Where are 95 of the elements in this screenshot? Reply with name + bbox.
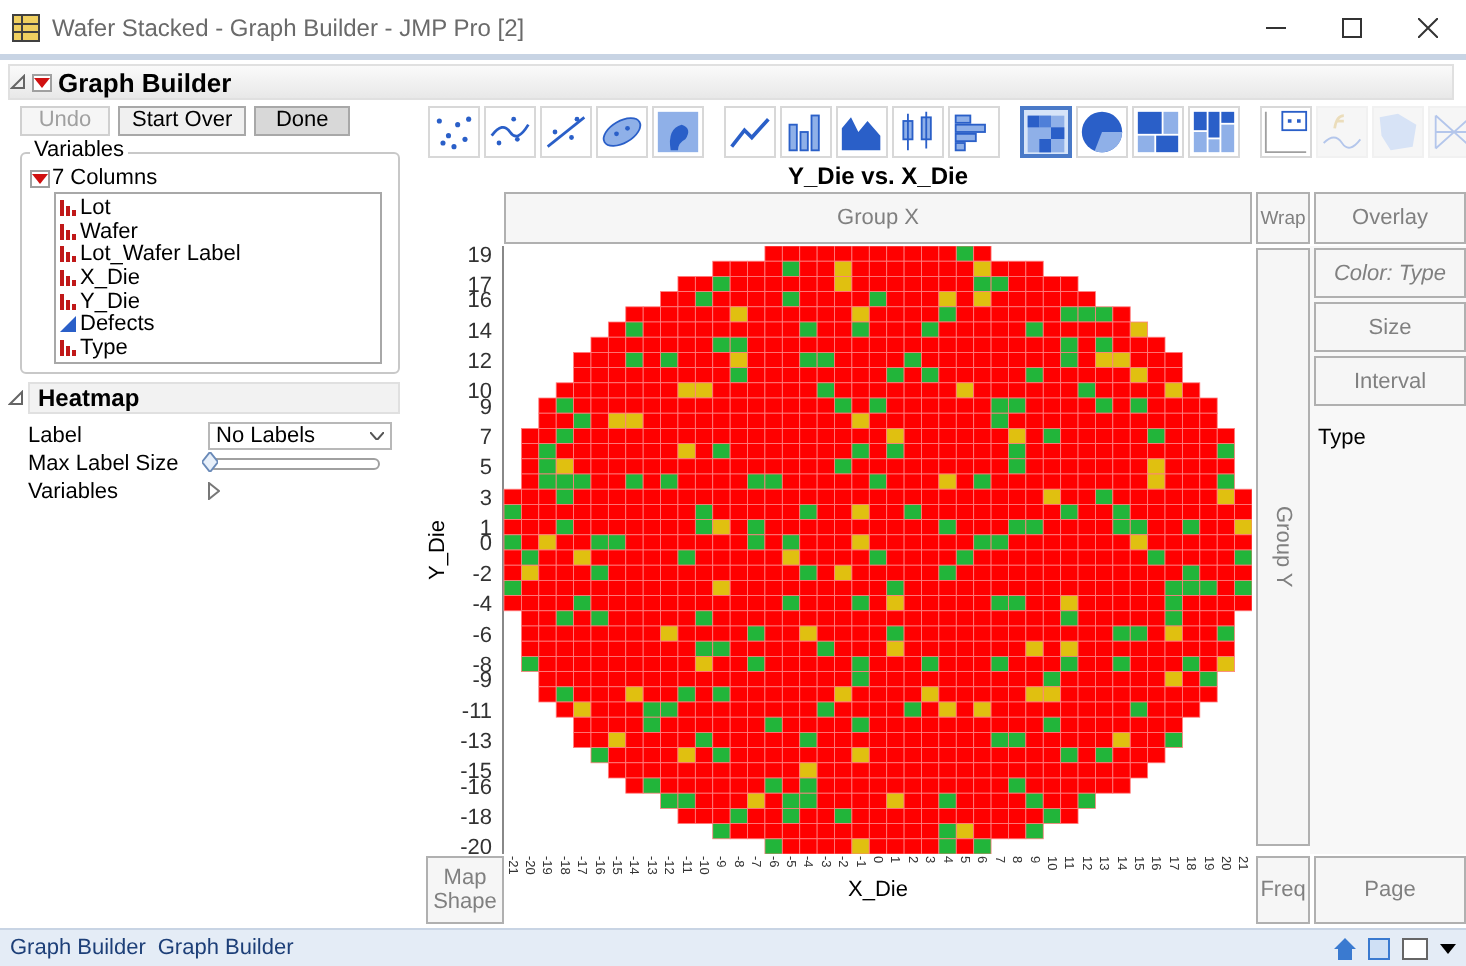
- pie-chart-icon: [1080, 110, 1124, 154]
- parallel-plot-icon: [1432, 110, 1466, 154]
- map-shape-zone[interactable]: Map Shape: [426, 856, 504, 924]
- treemap-tool[interactable]: [1132, 106, 1184, 158]
- home-icon[interactable]: [1334, 937, 1356, 959]
- color-zone[interactable]: Color: Type: [1314, 248, 1466, 298]
- ellipse-tool[interactable]: [596, 106, 648, 158]
- nominal-icon: [60, 293, 76, 310]
- status-text: Graph Builder: [157, 936, 294, 960]
- box-plot-tool[interactable]: [892, 106, 944, 158]
- caret-icon: [370, 431, 384, 440]
- group-x-zone[interactable]: Group X: [504, 192, 1252, 244]
- menu-button[interactable]: [32, 73, 52, 91]
- bar-chart-tool[interactable]: [780, 106, 832, 158]
- continuous-icon: [60, 316, 76, 333]
- formula-icon: [1320, 110, 1364, 154]
- column-item[interactable]: Defects: [80, 312, 155, 337]
- area-chart-tool[interactable]: [836, 106, 888, 158]
- y-tick-label: 0: [479, 532, 492, 557]
- slider-thumb[interactable]: [202, 451, 218, 472]
- nominal-icon: [60, 269, 76, 286]
- y-tick-label: 12: [467, 350, 492, 374]
- column-item[interactable]: Wafer: [80, 219, 138, 244]
- column-item[interactable]: Type: [80, 335, 128, 360]
- map-shape-icon: [1376, 110, 1420, 154]
- wrap-zone[interactable]: Wrap: [1256, 192, 1310, 244]
- y-tick-label: 7: [479, 426, 492, 450]
- line-fit-icon: [544, 110, 588, 154]
- y-axis-label: Y_Die: [426, 520, 450, 580]
- heatmap-tool[interactable]: [1020, 106, 1072, 158]
- column-item[interactable]: Lot: [80, 195, 111, 220]
- smoother-tool[interactable]: [484, 106, 536, 158]
- nominal-icon: [60, 246, 76, 263]
- caption-box-icon: [1264, 110, 1308, 154]
- treemap-icon: [1136, 110, 1180, 154]
- y-tick-label: -11: [461, 699, 492, 724]
- field-label: Variables: [28, 479, 121, 504]
- mosaic-icon: [1192, 110, 1236, 154]
- disclosure-icon[interactable]: [8, 389, 24, 406]
- heatmap-icon: [1026, 112, 1066, 156]
- app-icon: [12, 13, 40, 41]
- dropdown-arrow-icon[interactable]: [1440, 943, 1456, 953]
- label-dropdown[interactable]: No Labels: [208, 421, 392, 450]
- caption-box-tool[interactable]: [1260, 106, 1312, 158]
- y-tick-label: 3: [479, 486, 492, 511]
- field-label: Label: [28, 423, 84, 448]
- y-tick-label: 19: [467, 246, 492, 268]
- y-tick-label: 5: [479, 456, 492, 481]
- columns-label: 7 Columns: [52, 166, 158, 190]
- freq-zone[interactable]: Freq: [1256, 856, 1310, 924]
- y-tick-label: -20: [460, 836, 492, 854]
- y-tick-label: -4: [472, 593, 492, 618]
- pie-chart-tool[interactable]: [1076, 106, 1128, 158]
- disclosure-icon[interactable]: [10, 74, 26, 90]
- section-title: Heatmap: [28, 381, 400, 414]
- field-label: Max Label Size: [28, 451, 181, 476]
- column-item[interactable]: X_Die: [80, 265, 140, 290]
- y-tick-label: -6: [472, 623, 492, 648]
- histogram-tool[interactable]: [948, 106, 1000, 158]
- column-item[interactable]: Lot_Wafer Label: [80, 242, 241, 267]
- maximize-icon[interactable]: [1342, 17, 1362, 37]
- scatter-tool[interactable]: [428, 106, 480, 158]
- mosaic-tool[interactable]: [1188, 106, 1240, 158]
- menu-button[interactable]: [30, 169, 50, 187]
- size-zone[interactable]: Size: [1314, 302, 1466, 352]
- y-tick-label: 9: [479, 395, 492, 420]
- done-button[interactable]: Done: [254, 106, 351, 136]
- interval-zone[interactable]: Interval: [1314, 356, 1466, 406]
- status-text: Graph Builder: [10, 936, 146, 960]
- y-tick-label: -13: [460, 730, 492, 754]
- line-fit-tool[interactable]: [540, 106, 592, 158]
- y-tick-label: 14: [467, 319, 492, 344]
- group-y-zone[interactable]: Group Y: [1256, 248, 1310, 846]
- close-icon[interactable]: [1418, 17, 1438, 37]
- nominal-icon: [60, 199, 76, 216]
- contour-tool[interactable]: [652, 106, 704, 158]
- overlay-zone[interactable]: Overlay: [1314, 192, 1466, 244]
- expand-icon[interactable]: [208, 482, 220, 501]
- panel-title: Graph Builder: [58, 67, 232, 97]
- window-title: Wafer Stacked - Graph Builder - JMP Pro [2]: [52, 13, 527, 41]
- group-title: Variables: [30, 138, 129, 162]
- chart-title: Y_Die vs. X_Die: [785, 162, 971, 190]
- y-tick-label: -18: [460, 806, 492, 830]
- contour-icon: [656, 110, 700, 154]
- line-chart-tool[interactable]: [724, 106, 776, 158]
- start-over-button[interactable]: Start Over: [118, 106, 247, 136]
- nominal-icon: [60, 339, 76, 356]
- nominal-icon: [60, 223, 76, 240]
- column-item[interactable]: Y_Die: [80, 289, 140, 314]
- x-axis-label: X_Die: [846, 878, 910, 902]
- y-tick-label: -2: [472, 562, 492, 587]
- legend-title: Type: [1318, 426, 1368, 450]
- page-zone[interactable]: Page: [1314, 856, 1466, 924]
- color-swatch-icon[interactable]: [1402, 937, 1428, 959]
- window-icon[interactable]: [1368, 937, 1390, 959]
